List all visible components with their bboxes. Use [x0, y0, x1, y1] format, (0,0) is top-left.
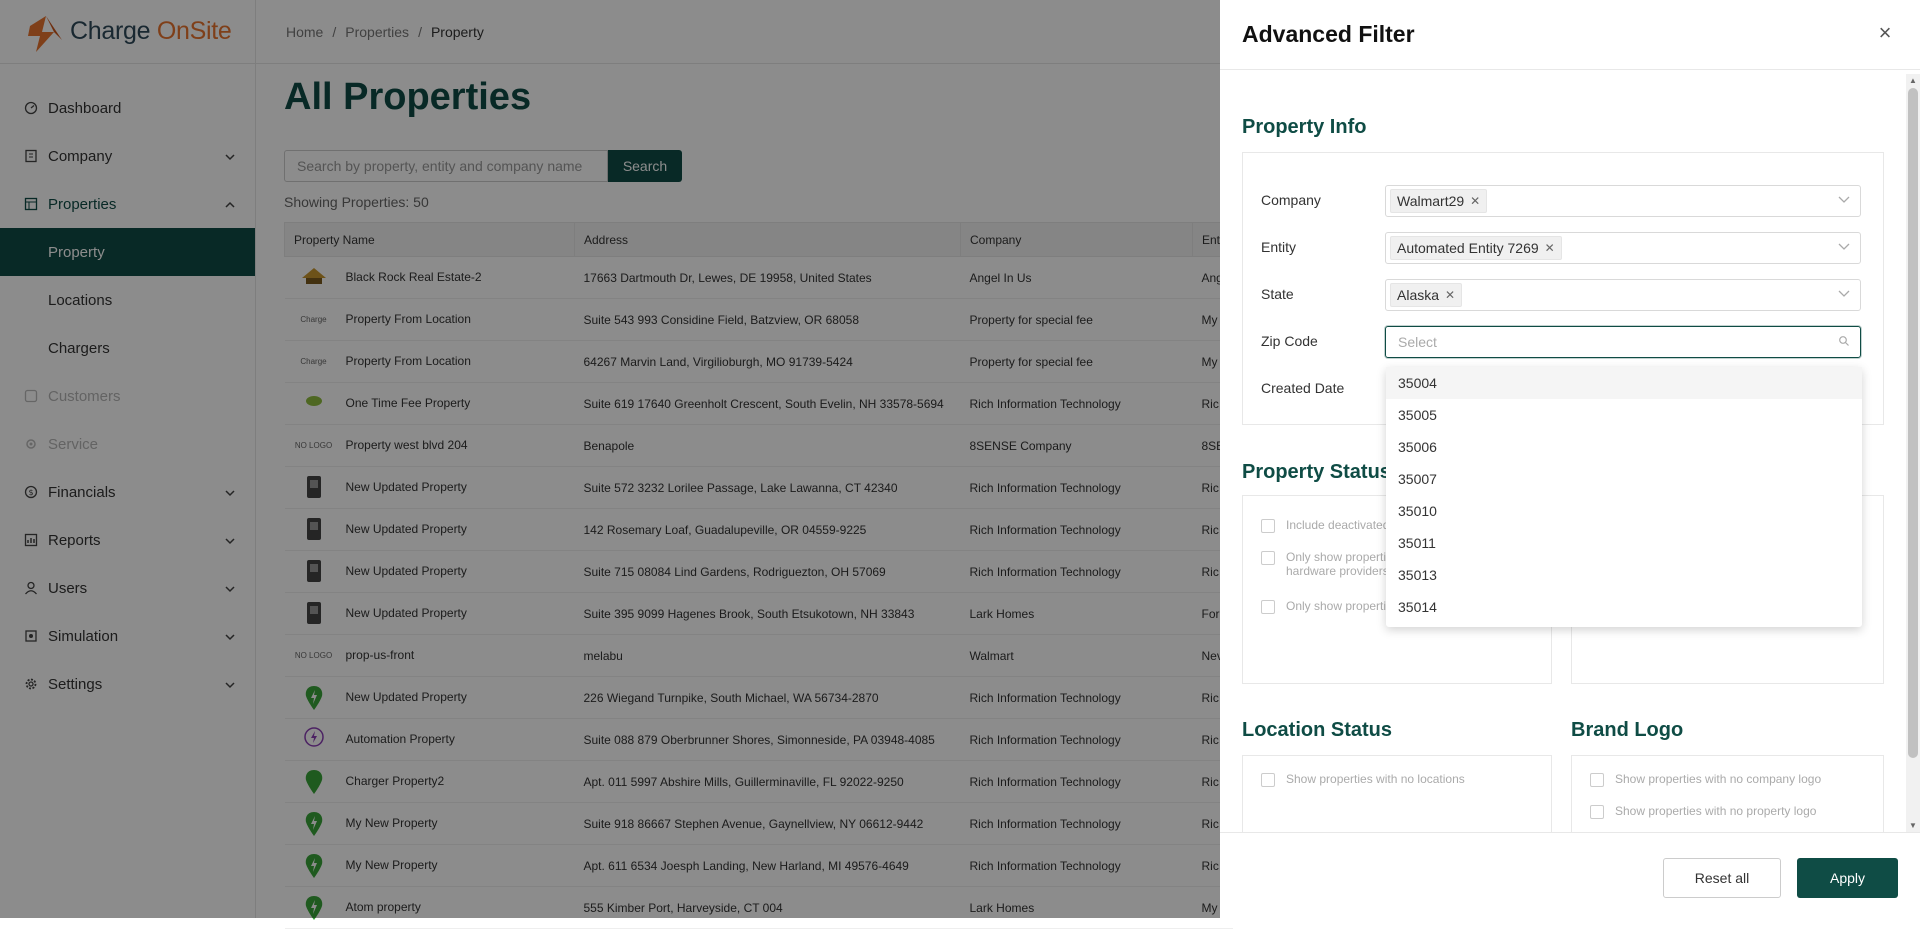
zip-code-option[interactable]: 35013	[1386, 559, 1862, 591]
zip-code-label: Zip Code	[1261, 333, 1318, 349]
location-status-card: Show properties with no locations	[1242, 755, 1552, 832]
checkbox-box[interactable]	[1261, 773, 1275, 787]
checkbox-label: Show properties with no property logo	[1615, 804, 1817, 818]
checkbox-label: Include deactivated	[1286, 518, 1390, 532]
checkbox-box[interactable]	[1590, 805, 1604, 819]
entity-select[interactable]: Automated Entity 7269 ✕	[1385, 232, 1861, 264]
zip-code-option[interactable]: 35014	[1386, 591, 1862, 623]
close-icon[interactable]: ×	[1876, 22, 1894, 44]
checkbox-box[interactable]	[1261, 519, 1275, 533]
checkbox-box[interactable]	[1261, 600, 1275, 614]
checkbox-label: Only show properti	[1286, 599, 1387, 613]
drawer-footer: Reset all Apply	[1220, 832, 1920, 918]
zip-code-select[interactable]: Select	[1385, 326, 1861, 358]
scroll-up-icon[interactable]: ▲	[1909, 76, 1917, 85]
checkbox-only-show-properties[interactable]: Only show properti	[1261, 599, 1386, 614]
checkbox-no-company-logo[interactable]: Show properties with no company logo	[1590, 772, 1821, 787]
scroll-down-icon[interactable]: ▼	[1909, 821, 1917, 830]
zip-code-option[interactable]: 35010	[1386, 495, 1862, 527]
zip-code-placeholder: Select	[1398, 334, 1437, 350]
tag-remove-icon[interactable]: ✕	[1470, 194, 1480, 208]
checkbox-no-property-logo[interactable]: Show properties with no property logo	[1590, 804, 1816, 819]
tag-remove-icon[interactable]: ✕	[1445, 288, 1455, 302]
scrollbar-thumb[interactable]	[1908, 88, 1918, 758]
state-select[interactable]: Alaska ✕	[1385, 279, 1861, 311]
tag-label: Automated Entity 7269	[1397, 240, 1539, 256]
checkbox-label: Show properties with no locations	[1286, 772, 1465, 786]
checkbox-box[interactable]	[1590, 773, 1604, 787]
checkbox-label-line2: hardware providers	[1286, 564, 1389, 578]
drawer-scrollbar[interactable]: ▲ ▼	[1906, 74, 1920, 832]
zip-code-option[interactable]: 35005	[1386, 399, 1862, 431]
checkbox-box[interactable]	[1261, 551, 1275, 565]
drawer-title: Advanced Filter	[1242, 21, 1415, 47]
selected-tag: Alaska ✕	[1390, 283, 1463, 307]
tag-remove-icon[interactable]: ✕	[1545, 241, 1555, 255]
checkbox-no-locations[interactable]: Show properties with no locations	[1261, 772, 1465, 787]
brand-logo-card: Show properties with no company logo Sho…	[1571, 755, 1884, 832]
section-title-brand-logo: Brand Logo	[1571, 719, 1684, 741]
apply-button[interactable]: Apply	[1797, 858, 1898, 898]
selected-tag: Walmart29 ✕	[1390, 189, 1488, 213]
chevron-down-icon	[1838, 239, 1850, 256]
checkbox-label-line1: Only show properti	[1286, 550, 1387, 564]
zip-code-option[interactable]: 35007	[1386, 463, 1862, 495]
drawer-header: Advanced Filter ×	[1220, 0, 1920, 70]
chevron-down-icon	[1838, 286, 1850, 303]
checkbox-include-deactivated[interactable]: Include deactivated	[1261, 518, 1389, 533]
company-select[interactable]: Walmart29 ✕	[1385, 185, 1861, 217]
zip-code-option[interactable]: 35004	[1386, 367, 1862, 399]
chevron-down-icon	[1838, 192, 1850, 209]
search-icon	[1838, 333, 1850, 350]
checkbox-label: Only show properti hardware providers	[1286, 550, 1389, 578]
created-date-label: Created Date	[1261, 380, 1345, 396]
tag-label: Walmart29	[1397, 193, 1465, 209]
section-title-property-status: Property Status	[1242, 461, 1391, 483]
entity-label: Entity	[1261, 239, 1297, 255]
checkbox-label: Show properties with no company logo	[1615, 772, 1822, 786]
section-title-property-info: Property Info	[1242, 116, 1367, 138]
zip-code-option[interactable]: 35011	[1386, 527, 1862, 559]
state-label: State	[1261, 286, 1294, 302]
modal-backdrop[interactable]	[0, 0, 1220, 918]
company-label: Company	[1261, 192, 1321, 208]
zip-code-dropdown: 35004 35005 35006 35007 35010 35011 35013 35014	[1386, 367, 1862, 627]
app-root: Charge OnSite Dashboard Company Properti…	[0, 0, 1920, 929]
zip-code-option[interactable]: 35006	[1386, 431, 1862, 463]
reset-all-button[interactable]: Reset all	[1663, 858, 1781, 898]
section-title-location-status: Location Status	[1242, 719, 1393, 741]
checkbox-hardware-providers[interactable]: Only show properti hardware providers	[1261, 550, 1389, 578]
selected-tag: Automated Entity 7269 ✕	[1390, 236, 1562, 260]
tag-label: Alaska	[1397, 287, 1440, 303]
